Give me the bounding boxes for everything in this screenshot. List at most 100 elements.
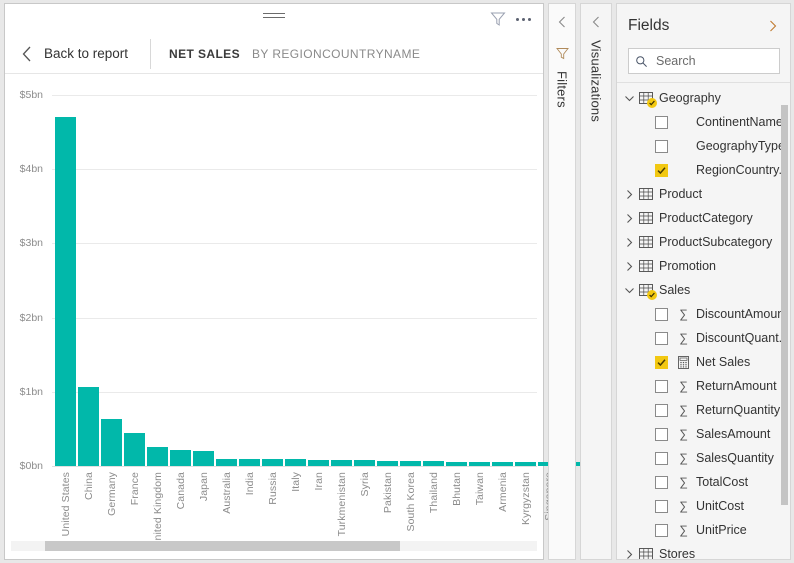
bar[interactable] — [423, 461, 444, 466]
fields-table-row[interactable]: Sales — [617, 278, 790, 302]
chevron-right-icon[interactable] — [623, 260, 636, 273]
fields-pane-title: Fields — [628, 17, 766, 35]
y-axis-tick-label: $4bn — [5, 163, 43, 175]
chevron-right-icon[interactable] — [623, 236, 636, 249]
fields-column-label: UnitPrice — [696, 523, 747, 537]
filters-pane-title[interactable]: Filters — [555, 71, 570, 108]
bar[interactable] — [239, 459, 260, 466]
x-axis-tick-label: France — [129, 472, 141, 505]
chart-horizontal-scrollbar[interactable] — [11, 541, 537, 551]
bar[interactable] — [331, 460, 352, 466]
gridline — [52, 95, 537, 96]
fields-table-row[interactable]: ProductSubcategory — [617, 230, 790, 254]
field-checkbox[interactable] — [655, 308, 668, 321]
bar[interactable] — [216, 459, 237, 466]
bar[interactable] — [78, 387, 99, 466]
x-axis-tick-label: China — [83, 472, 95, 500]
fields-column-row[interactable]: ∑DiscountAmount — [617, 302, 790, 326]
bar[interactable] — [55, 117, 76, 466]
ellipsis-icon[interactable] — [513, 10, 533, 28]
fields-column-row[interactable]: ∑UnitCost — [617, 494, 790, 518]
chevron-left-icon[interactable] — [589, 14, 603, 30]
fields-column-row[interactable]: ∑ReturnAmount — [617, 374, 790, 398]
fields-column-label: ReturnQuantity — [696, 403, 780, 417]
bar[interactable] — [515, 462, 536, 466]
bar[interactable] — [124, 433, 145, 466]
chevron-right-icon[interactable] — [623, 212, 636, 225]
fields-column-row[interactable]: ∑SalesQuantity — [617, 446, 790, 470]
bar[interactable] — [170, 450, 191, 466]
scrollbar-thumb[interactable] — [45, 541, 400, 551]
chevron-left-icon[interactable] — [19, 44, 35, 64]
search-input[interactable] — [654, 53, 773, 69]
chevron-right-icon[interactable] — [623, 188, 636, 201]
fields-table-row[interactable]: Geography — [617, 86, 790, 110]
bar[interactable] — [469, 462, 490, 466]
x-axis-tick-label: Turkmenistan — [336, 472, 348, 536]
field-icon-spacer — [677, 164, 690, 177]
filter-icon[interactable] — [489, 10, 507, 28]
bar[interactable] — [285, 459, 306, 466]
gridline — [52, 392, 537, 393]
x-axis-tick-label: Pakistan — [382, 472, 394, 513]
field-checkbox[interactable] — [655, 116, 668, 129]
bar-chart[interactable]: $0bn$1bn$2bn$3bn$4bn$5bnUnited StatesChi… — [5, 78, 543, 538]
visualizations-pane-collapsed[interactable]: Visualizations — [580, 3, 612, 560]
bar[interactable] — [377, 461, 398, 466]
x-axis-tick-label: South Korea — [405, 472, 417, 531]
search-box[interactable] — [628, 48, 780, 74]
bar[interactable] — [446, 462, 467, 466]
field-checkbox[interactable] — [655, 332, 668, 345]
field-checkbox[interactable] — [655, 140, 668, 153]
fields-table-label: Stores — [659, 547, 695, 559]
x-axis-tick-label: Iran — [313, 472, 325, 491]
field-checkbox[interactable] — [655, 524, 668, 537]
field-checkbox[interactable] — [655, 164, 668, 177]
bar[interactable] — [400, 461, 421, 466]
chevron-down-icon[interactable] — [623, 92, 636, 105]
measure-calculator-icon — [677, 356, 690, 369]
bar[interactable] — [147, 447, 168, 466]
fields-column-row[interactable]: GeographyType — [617, 134, 790, 158]
bar[interactable] — [101, 419, 122, 466]
fields-column-row[interactable]: ∑DiscountQuant... — [617, 326, 790, 350]
fields-column-row[interactable]: ∑SalesAmount — [617, 422, 790, 446]
table-icon — [639, 236, 653, 248]
bar[interactable] — [492, 462, 513, 466]
chevron-right-icon[interactable] — [623, 548, 636, 560]
fields-table-row[interactable]: ProductCategory — [617, 206, 790, 230]
fields-column-row[interactable]: Net Sales — [617, 350, 790, 374]
field-checkbox[interactable] — [655, 428, 668, 441]
field-checkbox[interactable] — [655, 452, 668, 465]
back-to-report-button[interactable]: Back to report — [44, 46, 128, 61]
bar[interactable] — [308, 460, 329, 466]
fields-table-row[interactable]: Stores — [617, 542, 790, 559]
visualizations-pane-title[interactable]: Visualizations — [589, 40, 604, 122]
field-checkbox[interactable] — [655, 380, 668, 393]
drag-handle[interactable] — [263, 13, 285, 20]
fields-column-row[interactable]: ∑UnitPrice — [617, 518, 790, 542]
bar[interactable] — [262, 459, 283, 466]
field-icon-spacer — [677, 140, 690, 153]
visual-header: Back to report NET SALES BY REGIONCOUNTR… — [5, 34, 543, 74]
chevron-left-icon[interactable] — [555, 14, 569, 30]
field-checkbox[interactable] — [655, 500, 668, 513]
field-checkbox[interactable] — [655, 404, 668, 417]
fields-column-label: GeographyType — [696, 139, 785, 153]
fields-column-row[interactable]: ContinentName — [617, 110, 790, 134]
bar[interactable] — [354, 460, 375, 466]
fields-column-row[interactable]: ∑TotalCost — [617, 470, 790, 494]
chevron-right-icon[interactable] — [766, 18, 780, 34]
fields-column-row[interactable]: RegionCountry... — [617, 158, 790, 182]
sigma-aggregate-icon: ∑ — [677, 404, 690, 417]
fields-table-row[interactable]: Promotion — [617, 254, 790, 278]
fields-column-row[interactable]: ∑ ReturnQuantity — [617, 398, 790, 422]
fields-tree[interactable]: GeographyContinentName GeographyType Regi… — [617, 82, 790, 559]
field-checkbox[interactable] — [655, 476, 668, 489]
filters-pane-collapsed[interactable]: Filters — [548, 3, 576, 560]
field-checkbox[interactable] — [655, 356, 668, 369]
bar[interactable] — [193, 451, 214, 466]
fields-table-row[interactable]: Product — [617, 182, 790, 206]
fields-vertical-scrollbar[interactable] — [781, 105, 788, 505]
chevron-down-icon[interactable] — [623, 284, 636, 297]
